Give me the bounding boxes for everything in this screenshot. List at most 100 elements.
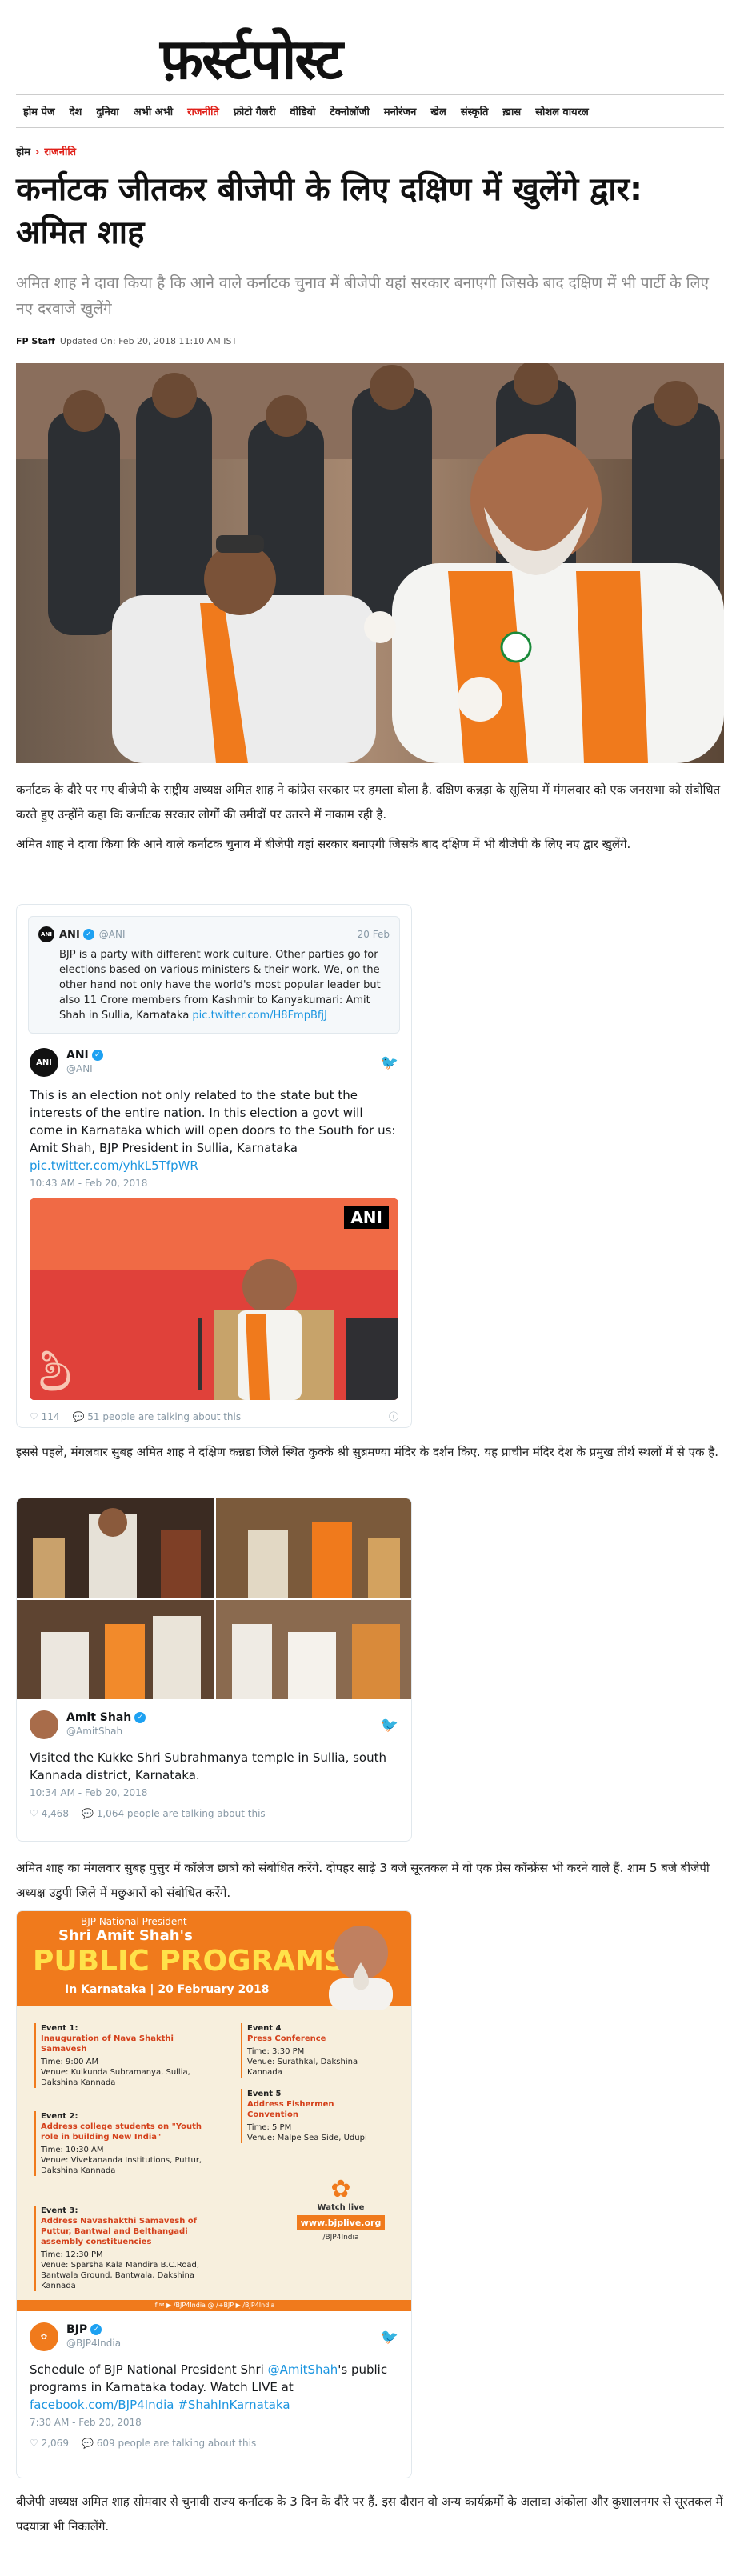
- tweet-mention[interactable]: @AmitShah: [268, 2362, 338, 2377]
- twitter-bird-icon[interactable]: 🐦: [381, 1717, 398, 1734]
- event-venue: Venue: Kulkunda Subramanya, Sullia, Daks…: [41, 2068, 190, 2087]
- tweet-time[interactable]: 10:43 AM - Feb 20, 2018: [17, 1174, 411, 1189]
- byline: FP Staff Updated On: Feb 20, 2018 11:10 A…: [16, 336, 237, 346]
- comments-link[interactable]: 💬 609 people are talking about this: [82, 2438, 256, 2449]
- nav-item-7[interactable]: टेक्नोलॉजी: [322, 104, 376, 118]
- program-poster[interactable]: BJP National President Shri Amit Shah's …: [17, 1911, 411, 2311]
- comments-link[interactable]: 💬 51 people are talking about this: [73, 1411, 242, 1422]
- breadcrumb-home[interactable]: होम: [16, 146, 30, 158]
- event-time: Time: 3:30 PM: [247, 2047, 305, 2056]
- tweet-link[interactable]: facebook.com/BJP4India #ShahInKarnataka: [30, 2398, 290, 2412]
- tweet-author-handle[interactable]: @AmitShah: [66, 1725, 146, 1738]
- nav-item-5[interactable]: फ़ोटो गैलरी: [226, 104, 283, 118]
- portrait-illustration: [329, 1926, 393, 2010]
- info-icon[interactable]: ⓘ: [389, 1410, 398, 1423]
- nav-item-9[interactable]: खेल: [423, 104, 453, 118]
- tweet-author-handle[interactable]: @ANI: [66, 1062, 103, 1076]
- verified-icon: ✓: [82, 929, 94, 940]
- bjp-avatar[interactable]: ✿: [30, 2322, 58, 2351]
- temple-photo-4-image: [216, 1600, 411, 1699]
- breadcrumb-category[interactable]: राजनीति: [44, 146, 76, 158]
- event-item: Event 1: Inauguration of Nava Shakthi Sam…: [34, 2023, 218, 2088]
- article-subtitle: अमित शाह ने दावा किया है कि आने वाले कर्…: [16, 274, 709, 318]
- temple-photo-1[interactable]: [17, 1498, 214, 1598]
- embedded-tweet-bjp[interactable]: BJP National President Shri Amit Shah's …: [16, 1910, 412, 2478]
- nav-item-11[interactable]: ख़ास: [495, 104, 528, 118]
- quoted-tweet[interactable]: ANI ANI ✓ @ANI 20 Feb BJP is a party wit…: [28, 916, 400, 1034]
- embedded-tweet-amitshah[interactable]: Amit Shah ✓ @AmitShah 🐦 Visited the Kukke …: [16, 1498, 412, 1842]
- paragraph-3: इससे पहले, मंगलवार सुबह अमित शाह ने दक्ष…: [16, 1445, 718, 1459]
- temple-photo-3[interactable]: [17, 1600, 214, 1699]
- like-count: 2,069: [41, 2438, 69, 2449]
- event-item: Event 4 Press Conference Time: 3:30 PM Venu…: [241, 2023, 385, 2078]
- nav-item-3[interactable]: अभी अभी: [126, 104, 180, 118]
- comment-icon: 💬: [81, 2438, 94, 2449]
- comments-link[interactable]: 💬 1,064 people are talking about this: [82, 1808, 266, 1819]
- nav-item-0[interactable]: होम पेज: [16, 104, 62, 118]
- verified-icon: ✓: [134, 1712, 146, 1723]
- event-venue: Venue: Malpe Sea Side, Udupi: [247, 2134, 367, 2142]
- like-button[interactable]: ♡ 114: [30, 1411, 60, 1422]
- site-logo[interactable]: फ़र्स्टपोस्ट: [160, 27, 448, 91]
- event-venue: Venue: Vivekananda Institutions, Puttur,…: [41, 2156, 202, 2175]
- breadcrumb: होम › राजनीति: [16, 144, 76, 158]
- tweet-author-name[interactable]: Amit Shah: [66, 1711, 131, 1724]
- event-time: Time: 10:30 AM: [41, 2146, 104, 2154]
- like-button[interactable]: ♡ 4,468: [30, 1808, 69, 1819]
- heart-icon: ♡: [30, 2438, 38, 2449]
- event-title: Address Navashakthi Samavesh of Puttur, …: [41, 2217, 198, 2246]
- tweet-time[interactable]: 7:30 AM - Feb 20, 2018: [17, 2414, 411, 2428]
- temple-photo-3-image: [17, 1600, 214, 1699]
- nav-item-4[interactable]: राजनीति: [180, 104, 226, 118]
- quote-author-name: ANI: [59, 928, 80, 941]
- quote-link[interactable]: pic.twitter.com/H8FmpBfjJ: [192, 1010, 327, 1022]
- tweet-link[interactable]: pic.twitter.com/yhkL5TfpWR: [30, 1158, 198, 1173]
- author[interactable]: FP Staff: [16, 336, 55, 346]
- ani-avatar[interactable]: ANI: [30, 1048, 58, 1077]
- event-time: Time: 9:00 AM: [41, 2058, 99, 2066]
- poster-headline: PUBLIC PROGRAMS: [33, 1945, 345, 1978]
- nav-item-10[interactable]: संस्कृति: [454, 104, 496, 118]
- tweet-author-handle[interactable]: @BJP4India: [66, 2337, 121, 2350]
- heart-icon: ♡: [30, 1808, 38, 1819]
- twitter-bird-icon[interactable]: 🐦: [381, 1054, 398, 1071]
- lotus-icon: ✿: [330, 2175, 351, 2203]
- nav-item-12[interactable]: सोशल वायरल: [528, 104, 596, 118]
- embedded-tweet-ani[interactable]: ANI ANI ✓ @ANI 20 Feb BJP is a party wit…: [16, 904, 412, 1428]
- tweet-text: Visited the Kukke Shri Subrahmanya templ…: [30, 1750, 386, 1782]
- social-handle: /BJP4India: [322, 2234, 359, 2242]
- temple-photo-2-image: [216, 1498, 411, 1598]
- comment-icon: 💬: [81, 1808, 94, 1819]
- like-button[interactable]: ♡ 2,069: [30, 2438, 69, 2449]
- like-count: 4,468: [41, 1808, 69, 1819]
- ani-avatar: ANI: [38, 926, 54, 942]
- website-badge[interactable]: www.bjplive.org: [297, 2215, 385, 2230]
- twitter-bird-icon[interactable]: 🐦: [381, 2329, 398, 2346]
- event-number: Event 3:: [41, 2206, 78, 2215]
- event-number: Event 2:: [41, 2112, 78, 2121]
- temple-photo-2[interactable]: [216, 1498, 411, 1598]
- nav-item-6[interactable]: वीडियो: [283, 104, 323, 118]
- ani-watermark: ANI: [344, 1206, 389, 1229]
- temple-photo-4[interactable]: [216, 1600, 411, 1699]
- comment-icon: 💬: [72, 1410, 85, 1422]
- event-number: Event 4: [247, 2024, 282, 2033]
- temple-photo-1-image: [17, 1498, 214, 1598]
- event-time: Time: 12:30 PM: [41, 2250, 103, 2259]
- tweet-author-name[interactable]: BJP: [66, 2323, 87, 2336]
- photo-grid[interactable]: [17, 1498, 411, 1699]
- poster-name: Shri Amit Shah's: [58, 1927, 193, 1944]
- event-number: Event 1:: [41, 2024, 78, 2033]
- tweet-time[interactable]: 10:34 AM - Feb 20, 2018: [17, 1784, 411, 1798]
- poster-subheadline: In Karnataka | 20 February 2018: [65, 1983, 270, 1996]
- nav-item-1[interactable]: देश: [62, 104, 90, 118]
- hero-image: [16, 363, 724, 763]
- amitshah-avatar[interactable]: [30, 1710, 58, 1739]
- tweet-text: Schedule of BJP National President Shri: [30, 2362, 268, 2377]
- tweet-author-name[interactable]: ANI: [66, 1049, 89, 1062]
- like-count: 114: [41, 1410, 60, 1422]
- tweet-media-image[interactable]: ಶಿ ANI: [30, 1198, 398, 1400]
- nav-item-2[interactable]: दुनिया: [89, 104, 126, 118]
- nav-item-8[interactable]: मनोरंजन: [377, 104, 424, 118]
- paragraph-5: बीजेपी अध्यक्ष अमित शाह सोमवार से चुनावी…: [16, 2494, 723, 2534]
